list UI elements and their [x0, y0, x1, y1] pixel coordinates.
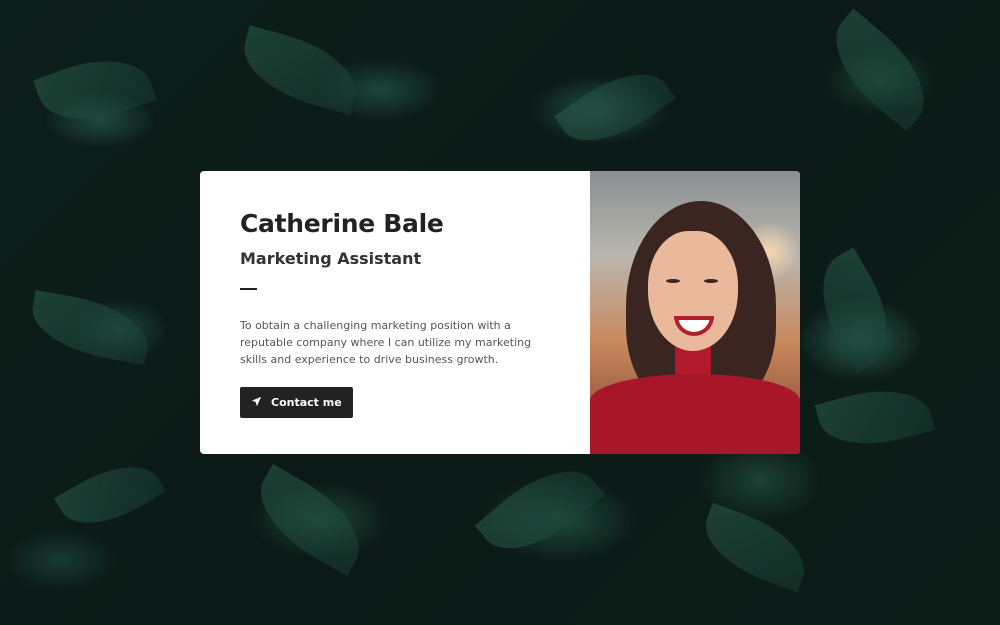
contact-button[interactable]: Contact me: [240, 387, 353, 418]
profile-info: Catherine Bale Marketing Assistant To ob…: [200, 171, 590, 454]
profile-card: Catherine Bale Marketing Assistant To ob…: [200, 171, 800, 454]
paper-plane-icon: [251, 396, 262, 410]
profile-bio: To obtain a challenging marketing positi…: [240, 319, 532, 366]
divider: [240, 288, 257, 290]
contact-button-label: Contact me: [271, 396, 342, 409]
profile-title: Marketing Assistant: [240, 249, 422, 268]
profile-photo: [590, 171, 800, 454]
profile-name: Catherine Bale: [240, 209, 444, 238]
